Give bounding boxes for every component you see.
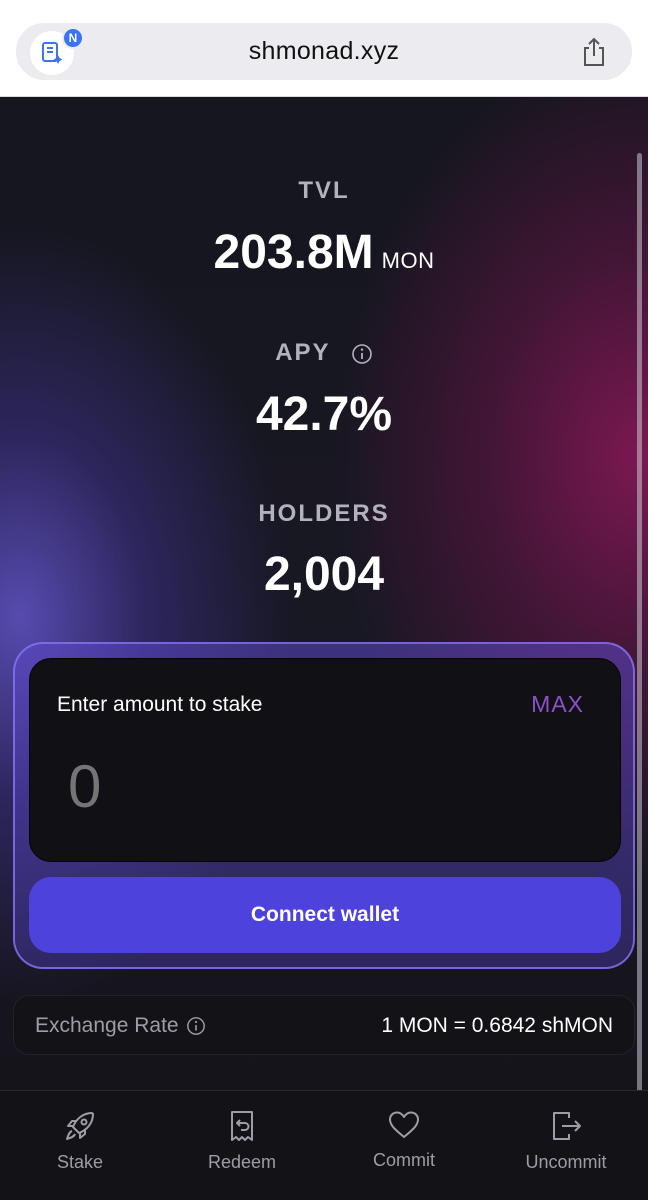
tvl-label: TVL [298,177,350,204]
rocket-icon [66,1112,94,1140]
info-icon[interactable] [186,1016,206,1036]
heart-icon [389,1111,419,1138]
stake-card: Enter amount to stake MAX Connect wallet [13,642,635,969]
tvl-value-wrap: 203.8M MON [0,225,648,280]
nav-item-stake[interactable]: Stake [10,1109,150,1189]
stake-input-label: Enter amount to stake [57,693,263,716]
stake-input-box: Enter amount to stake MAX [29,658,621,862]
nav-label-redeem: Redeem [207,1152,277,1172]
url-text[interactable]: shmonad.xyz [16,23,632,80]
holders-value: 2,004 [263,548,385,601]
exchange-rate-label: Exchange Rate [35,1014,179,1037]
max-button[interactable]: MAX [531,691,584,718]
apy-label: APY [275,339,331,366]
browser-bar: shmonad.xyz N [0,0,648,97]
bottom-nav: Stake Redeem Commit Uncommit [0,1090,648,1200]
scrollbar[interactable] [637,153,642,1133]
exchange-rate-value: 1 MON = 0.6842 shMON [381,1014,613,1037]
exit-icon [553,1112,581,1140]
amount-input[interactable] [68,751,468,821]
share-button[interactable] [578,35,610,69]
nav-item-redeem[interactable]: Redeem [172,1109,312,1189]
nav-label-commit: Commit [373,1150,435,1170]
holders-label: HOLDERS [258,500,390,527]
nav-label-uncommit: Uncommit [525,1152,607,1172]
apy-value: 42.7% [255,388,393,441]
nav-label-stake: Stake [56,1152,104,1172]
apy-label-wrap: APY [0,339,648,367]
page: TVL 203.8M MON APY 42.7% HOLDERS 2,004 En… [0,97,648,1200]
exchange-rate-row: Exchange Rate 1 MON = 0.6842 shMON [13,995,635,1055]
exchange-rate-label-wrap: Exchange Rate [35,996,206,1056]
extension-badge: N [62,27,84,49]
nav-item-commit[interactable]: Commit [334,1109,474,1189]
tvl-value: 203.8M [213,226,374,279]
connect-wallet-button[interactable]: Connect wallet [29,877,621,953]
share-icon [584,37,604,66]
address-bar[interactable]: shmonad.xyz [16,23,632,80]
tvl-unit: MON [381,248,435,273]
info-icon[interactable] [351,343,373,365]
nav-item-uncommit[interactable]: Uncommit [496,1109,636,1189]
receipt-icon [231,1111,253,1141]
